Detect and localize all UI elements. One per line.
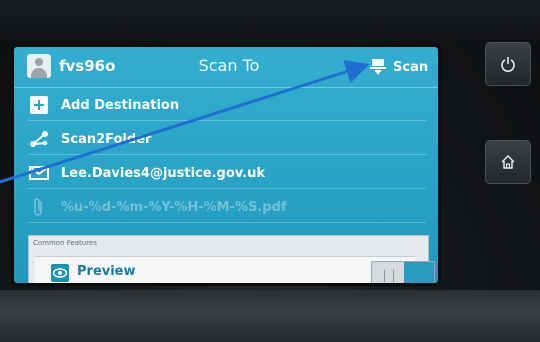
- annotation-arrow: [0, 60, 370, 184]
